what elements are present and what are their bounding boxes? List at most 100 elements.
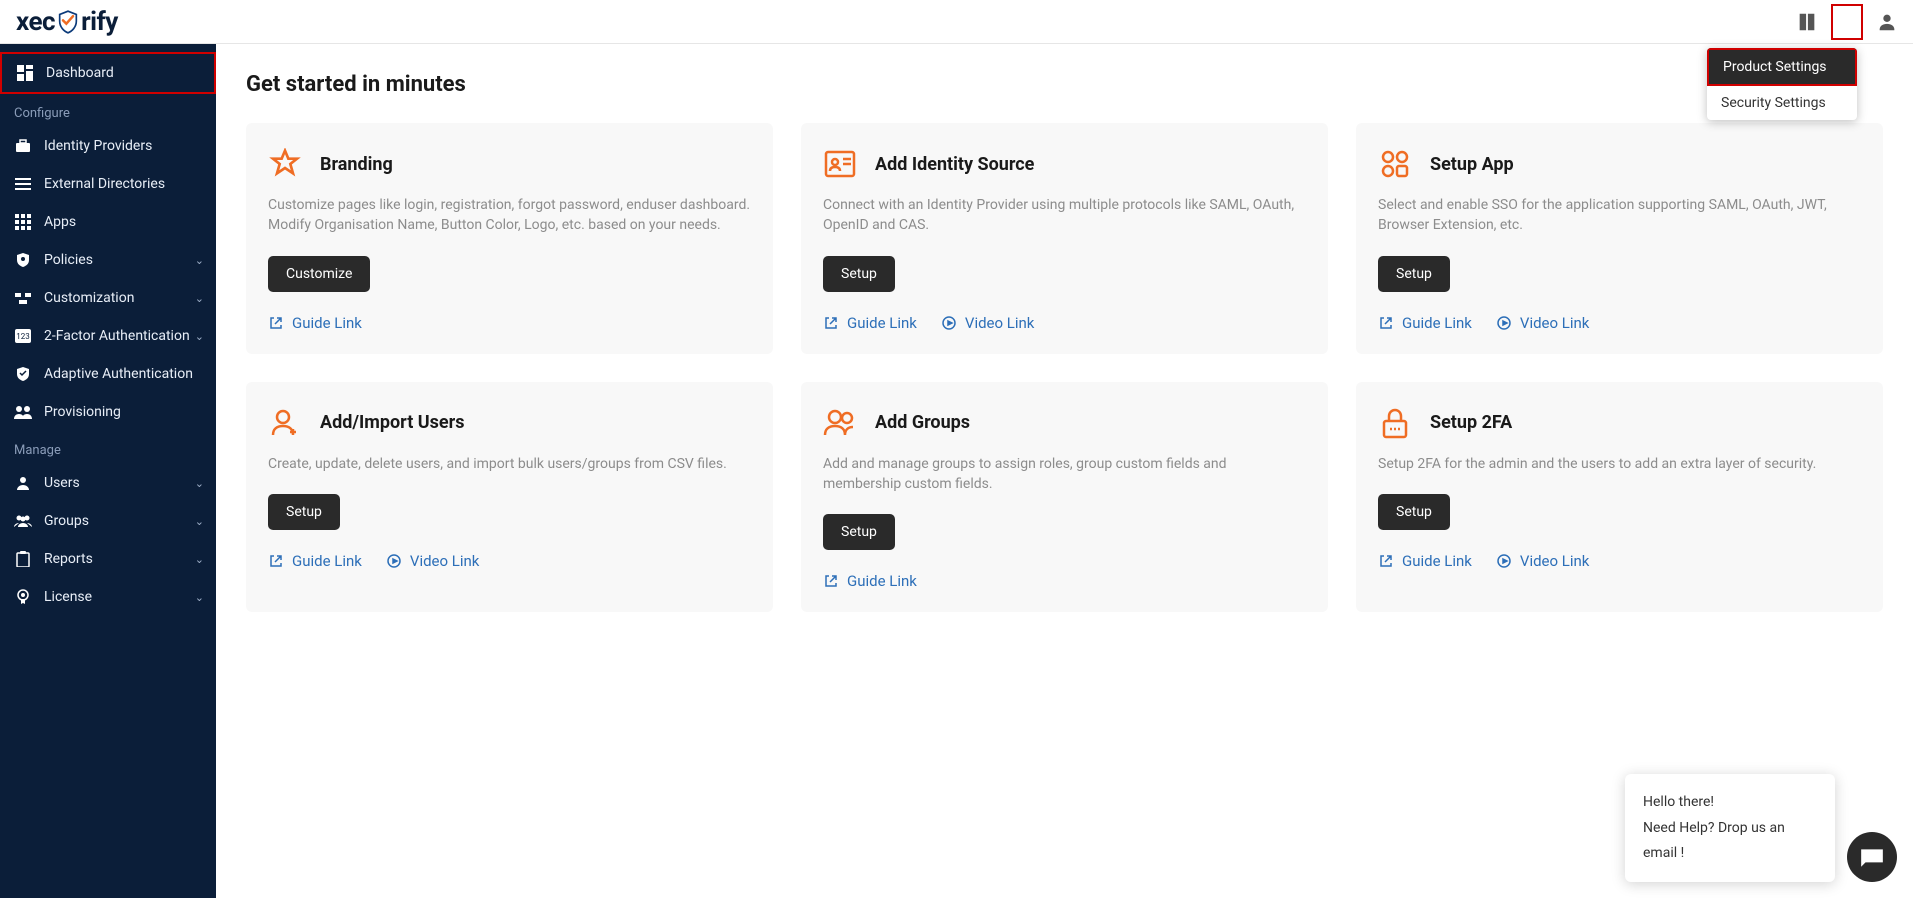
main-content: Get started in minutes Branding Customiz…: [216, 44, 1913, 898]
sidebar-label: Identity Providers: [44, 138, 152, 154]
shield-icon: [58, 10, 78, 34]
sidebar-item-license[interactable]: License ⌄: [0, 578, 216, 616]
sidebar-item-groups[interactable]: Groups ⌄: [0, 502, 216, 540]
video-link[interactable]: Video Link: [1496, 552, 1590, 570]
groups-icon: [14, 512, 32, 530]
external-link-icon: [1378, 315, 1394, 331]
sidebar-section-configure: Configure: [0, 94, 216, 127]
clipboard-icon: [14, 550, 32, 568]
sidebar-item-dashboard[interactable]: Dashboard: [0, 52, 216, 94]
guide-link[interactable]: Guide Link: [268, 314, 362, 332]
card-desc: Add and manage groups to assign roles, g…: [823, 454, 1306, 495]
card-desc: Select and enable SSO for the applicatio…: [1378, 195, 1861, 236]
brand-logo: xec rify: [16, 7, 118, 37]
shield-check-icon: [14, 365, 32, 383]
sidebar-label: Groups: [44, 513, 89, 529]
menu-item-security-settings[interactable]: Security Settings: [1707, 86, 1857, 120]
sidebar-item-adaptive-auth[interactable]: Adaptive Authentication: [0, 355, 216, 393]
play-icon: [941, 315, 957, 331]
users-icon: [823, 406, 857, 440]
apps-grid-icon: [1378, 147, 1412, 181]
chat-line1: Hello there!: [1643, 790, 1817, 815]
card-title: Add Groups: [875, 412, 970, 433]
external-link-icon: [823, 315, 839, 331]
settings-dropdown: Product Settings Security Settings: [1707, 48, 1857, 120]
card-title: Setup 2FA: [1430, 412, 1512, 433]
card-desc: Customize pages like login, registration…: [268, 195, 751, 236]
setup-button[interactable]: Setup: [1378, 494, 1450, 530]
sidebar-label: Provisioning: [44, 404, 121, 420]
briefcase-icon: [14, 137, 32, 155]
card-title: Setup App: [1430, 154, 1514, 175]
sidebar-label: Reports: [44, 551, 93, 567]
external-link-icon: [268, 553, 284, 569]
guide-link[interactable]: Guide Link: [268, 552, 362, 570]
sidebar-label: Customization: [44, 290, 134, 306]
sidebar-item-apps[interactable]: Apps: [0, 203, 216, 241]
docs-icon[interactable]: [1793, 8, 1821, 36]
sidebar-item-reports[interactable]: Reports ⌄: [0, 540, 216, 578]
guide-link[interactable]: Guide Link: [1378, 552, 1472, 570]
sidebar-item-provisioning[interactable]: Provisioning: [0, 393, 216, 431]
card-title: Add/Import Users: [320, 412, 464, 433]
sidebar-label: Users: [44, 475, 80, 491]
card-desc: Create, update, delete users, and import…: [268, 454, 751, 474]
external-link-icon: [1378, 553, 1394, 569]
sidebar: Dashboard Configure Identity Providers E…: [0, 44, 216, 898]
sidebar-item-customization[interactable]: Customization ⌄: [0, 279, 216, 317]
card-import-users: Add/Import Users Create, update, delete …: [246, 382, 773, 613]
chevron-down-icon: ⌄: [195, 591, 204, 604]
chat-tooltip: Hello there! Need Help? Drop us an email…: [1625, 774, 1835, 882]
chat-widget: Hello there! Need Help? Drop us an email…: [1625, 774, 1897, 882]
dashboard-icon: [16, 64, 34, 82]
chat-button[interactable]: [1847, 832, 1897, 882]
topbar: xec rify Product Settings Security Setti…: [0, 0, 1913, 44]
lock-icon: [1378, 406, 1412, 440]
sidebar-item-external-directories[interactable]: External Directories: [0, 165, 216, 203]
sidebar-label: 2-Factor Authentication: [44, 328, 190, 344]
card-add-identity-source: Add Identity Source Connect with an Iden…: [801, 123, 1328, 354]
external-link-icon: [268, 315, 284, 331]
sidebar-label: External Directories: [44, 176, 165, 192]
page-title: Get started in minutes: [246, 72, 1883, 97]
video-link[interactable]: Video Link: [1496, 314, 1590, 332]
card-title: Branding: [320, 154, 393, 175]
guide-link[interactable]: Guide Link: [823, 572, 917, 590]
card-desc: Setup 2FA for the admin and the users to…: [1378, 454, 1861, 474]
customize-button[interactable]: Customize: [268, 256, 370, 292]
chevron-down-icon: ⌄: [195, 330, 204, 343]
people-icon: [14, 403, 32, 421]
card-branding: Branding Customize pages like login, reg…: [246, 123, 773, 354]
user-icon: [14, 474, 32, 492]
guide-link[interactable]: Guide Link: [1378, 314, 1472, 332]
shield-search-icon: [14, 251, 32, 269]
sidebar-label: Policies: [44, 252, 93, 268]
user-icon[interactable]: [1873, 8, 1901, 36]
sidebar-item-identity-providers[interactable]: Identity Providers: [0, 127, 216, 165]
keypad-icon: 123: [14, 327, 32, 345]
sidebar-label: Dashboard: [46, 65, 114, 81]
settings-icon[interactable]: [1831, 4, 1863, 40]
list-icon: [14, 175, 32, 193]
play-icon: [386, 553, 402, 569]
guide-link[interactable]: Guide Link: [823, 314, 917, 332]
chat-line2: Need Help? Drop us an email !: [1643, 816, 1817, 866]
menu-item-product-settings[interactable]: Product Settings: [1707, 48, 1857, 86]
chevron-down-icon: ⌄: [195, 553, 204, 566]
sidebar-item-policies[interactable]: Policies ⌄: [0, 241, 216, 279]
setup-button[interactable]: Setup: [268, 494, 340, 530]
video-link[interactable]: Video Link: [941, 314, 1035, 332]
video-link[interactable]: Video Link: [386, 552, 480, 570]
setup-button[interactable]: Setup: [823, 514, 895, 550]
sidebar-item-users[interactable]: Users ⌄: [0, 464, 216, 502]
chevron-down-icon: ⌄: [195, 254, 204, 267]
star-icon: [268, 147, 302, 181]
sidebar-item-2fa[interactable]: 123 2-Factor Authentication ⌄: [0, 317, 216, 355]
card-setup-app: Setup App Select and enable SSO for the …: [1356, 123, 1883, 354]
customize-icon: [14, 289, 32, 307]
setup-button[interactable]: Setup: [823, 256, 895, 292]
setup-button[interactable]: Setup: [1378, 256, 1450, 292]
card-desc: Connect with an Identity Provider using …: [823, 195, 1306, 236]
license-icon: [14, 588, 32, 606]
id-card-icon: [823, 147, 857, 181]
